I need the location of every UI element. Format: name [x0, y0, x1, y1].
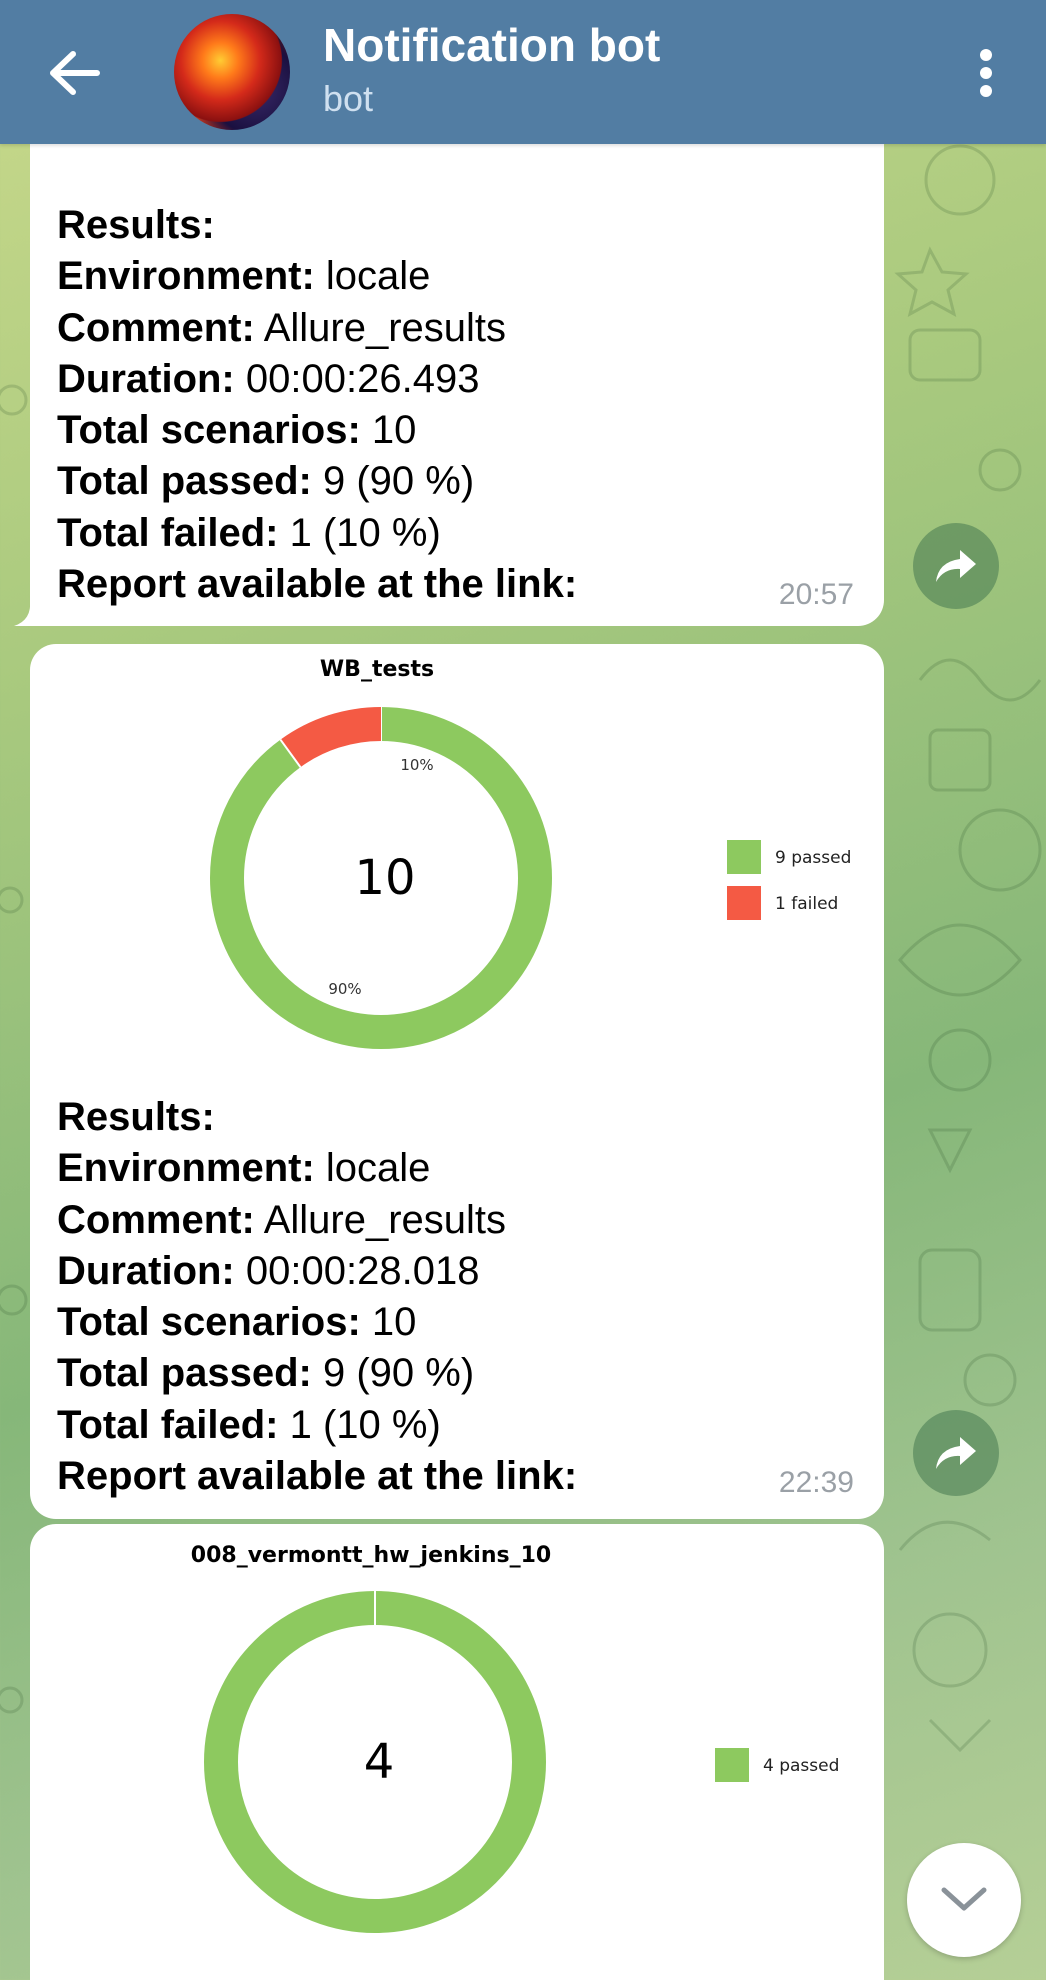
- chat-title[interactable]: Notification bot: [323, 18, 660, 72]
- message-bubble[interactable]: 008_vermontt_hw_jenkins_10 4 4 passed: [30, 1524, 884, 1980]
- total-scenarios-label: Total scenarios:: [57, 1300, 361, 1345]
- total-failed-value: 1 (10 %): [278, 1402, 441, 1447]
- report-line: Report available at the link:: [57, 1451, 577, 1502]
- comment-value: Allure_results: [254, 305, 507, 350]
- chart-title: WB_tests: [320, 657, 434, 682]
- message-bubble[interactable]: Results: Environment: locale Comment: Al…: [30, 116, 884, 626]
- donut-chart: 008_vermontt_hw_jenkins_10 4 4 passed: [191, 1543, 839, 1933]
- environment-line: Environment: locale: [57, 251, 577, 302]
- results-text: Results: Environment: locale Comment: Al…: [57, 200, 577, 610]
- chart-title: 008_vermontt_hw_jenkins_10: [191, 1543, 551, 1568]
- chart-image[interactable]: 008_vermontt_hw_jenkins_10 4 4 passed: [30, 1524, 884, 1954]
- share-arrow-icon: [936, 1437, 976, 1469]
- scroll-to-bottom-button[interactable]: [907, 1843, 1021, 1957]
- total-passed-label: Total passed:: [57, 1351, 312, 1396]
- donut-chart: WB_tests 10 90% 10% 9 passed 1 failed: [210, 657, 851, 1049]
- legend-label: 9 passed: [775, 848, 851, 868]
- total-scenarios-value: 10: [360, 408, 417, 453]
- report-label: Report available at the link:: [57, 562, 578, 607]
- duration-label: Duration:: [57, 1248, 235, 1293]
- total-failed-line: Total failed: 1 (10 %): [57, 1400, 577, 1451]
- results-heading-label: Results:: [57, 203, 215, 247]
- legend-swatch: [727, 886, 761, 920]
- total-failed-value: 1 (10 %): [278, 510, 441, 555]
- share-button[interactable]: [913, 523, 999, 609]
- total-failed-label: Total failed:: [57, 510, 279, 555]
- share-arrow-icon: [936, 550, 976, 582]
- legend-swatch: [727, 840, 761, 874]
- chart-image[interactable]: WB_tests 10 90% 10% 9 passed 1 failed: [30, 644, 884, 1074]
- duration-label: Duration:: [57, 356, 235, 401]
- total-passed-value: 9 (90 %): [311, 459, 475, 504]
- chart-center-label: 4: [364, 1734, 395, 1790]
- environment-value: locale: [314, 254, 431, 299]
- results-text: Results: Environment: locale Comment: Al…: [57, 1092, 577, 1502]
- duration-line: Duration: 00:00:28.018: [57, 1246, 577, 1297]
- back-button[interactable]: [40, 38, 110, 108]
- environment-value: locale: [314, 1146, 431, 1191]
- chart-center-label: 10: [354, 850, 415, 906]
- chevron-down-icon: [941, 1887, 987, 1911]
- results-heading: Results:: [57, 200, 577, 251]
- total-scenarios-label: Total scenarios:: [57, 408, 361, 453]
- total-passed-value: 9 (90 %): [311, 1351, 475, 1396]
- total-passed-label: Total passed:: [57, 459, 312, 504]
- avatar[interactable]: [174, 14, 290, 130]
- chat-header: Notification bot bot: [0, 0, 1046, 144]
- comment-label: Comment:: [57, 305, 255, 350]
- legend-label: 1 failed: [775, 894, 838, 914]
- legend-swatch: [715, 1748, 749, 1782]
- results-heading-label: Results:: [57, 1095, 215, 1139]
- slice-label: 10%: [400, 756, 433, 774]
- environment-label: Environment:: [57, 1146, 315, 1191]
- total-failed-line: Total failed: 1 (10 %): [57, 508, 577, 559]
- legend-label: 4 passed: [763, 1756, 839, 1776]
- total-passed-line: Total passed: 9 (90 %): [57, 456, 577, 507]
- chat-subtitle: bot: [323, 78, 374, 119]
- total-scenarios-line: Total scenarios: 10: [57, 1297, 577, 1348]
- total-scenarios-value: 10: [360, 1300, 417, 1345]
- comment-value: Allure_results: [254, 1197, 507, 1242]
- report-line: Report available at the link:: [57, 559, 577, 610]
- more-menu-button[interactable]: [956, 38, 1016, 108]
- duration-value: 00:00:26.493: [234, 356, 480, 401]
- environment-label: Environment:: [57, 254, 315, 299]
- total-scenarios-line: Total scenarios: 10: [57, 405, 577, 456]
- total-failed-label: Total failed:: [57, 1402, 279, 1447]
- duration-line: Duration: 00:00:26.493: [57, 354, 577, 405]
- more-vertical-icon: [980, 49, 992, 97]
- results-heading: Results:: [57, 1092, 577, 1143]
- message-time: 22:39: [778, 1466, 854, 1499]
- comment-label: Comment:: [57, 1197, 255, 1242]
- comment-line: Comment: Allure_results: [57, 1195, 577, 1246]
- message-time: 20:57: [778, 578, 854, 611]
- slice-label: 90%: [328, 980, 361, 998]
- share-button[interactable]: [913, 1410, 999, 1496]
- total-passed-line: Total passed: 9 (90 %): [57, 1348, 577, 1399]
- environment-line: Environment: locale: [57, 1143, 577, 1194]
- comment-line: Comment: Allure_results: [57, 303, 577, 354]
- arrow-left-icon: [50, 51, 100, 95]
- duration-value: 00:00:28.018: [234, 1248, 480, 1293]
- report-label: Report available at the link:: [57, 1454, 578, 1499]
- bubble-tail: [14, 600, 54, 626]
- message-bubble[interactable]: WB_tests 10 90% 10% 9 passed 1 failed Results…: [30, 644, 884, 1519]
